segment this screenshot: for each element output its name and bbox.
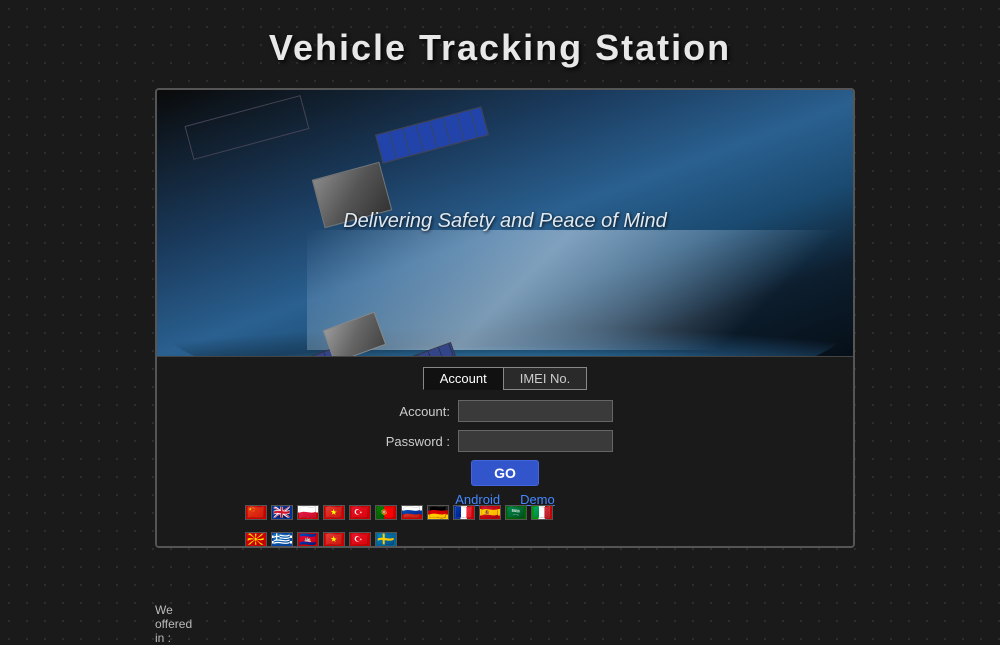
- flag-pt[interactable]: 🇵🇹: [375, 505, 397, 520]
- flag-vn[interactable]: 🇻🇳: [323, 505, 345, 520]
- solar-panel-right: [375, 106, 489, 163]
- flags-row-2: 🇲🇰 🇬🇷 🇰🇭 🇻🇳 🇹🇷 🇸🇪: [245, 532, 397, 547]
- tagline: Delivering Safety and Peace of Mind: [157, 210, 853, 233]
- flag-de[interactable]: 🇩🇪: [427, 505, 449, 520]
- flag-gb[interactable]: 🇬🇧: [271, 505, 293, 520]
- flag-tr[interactable]: 🇹🇷: [349, 505, 371, 520]
- flag-fr[interactable]: 🇫🇷: [453, 505, 475, 520]
- flag-ru[interactable]: 🇷🇺: [401, 505, 423, 520]
- go-button[interactable]: GO: [471, 460, 539, 486]
- flag-gr[interactable]: 🇬🇷: [271, 532, 293, 547]
- page-title: Vehicle Tracking Station: [0, 27, 1000, 69]
- password-row: Password :: [375, 430, 635, 452]
- flag-mk[interactable]: 🇲🇰: [245, 532, 267, 547]
- account-row: Account:: [375, 400, 635, 422]
- hero-image: Delivering Safety and Peace of Mind: [157, 90, 853, 370]
- login-form: Account: Password :: [375, 400, 635, 452]
- clouds-decoration: [307, 230, 853, 350]
- flags-row-1: 🇨🇳 🇬🇧 🇵🇱 🇻🇳 🇹🇷 🇵🇹 🇷🇺 🇩🇪 🇫🇷 🇪🇸 🇸🇦 🇮🇹: [245, 505, 553, 520]
- flag-se[interactable]: 🇸🇪: [375, 532, 397, 547]
- account-label: Account:: [375, 404, 450, 419]
- tab-imei[interactable]: IMEI No.: [503, 367, 588, 390]
- tabs-container: Account IMEI No.: [423, 367, 588, 390]
- flag-vn2[interactable]: 🇻🇳: [323, 532, 345, 547]
- main-panel: Delivering Safety and Peace of Mind Acco…: [155, 88, 855, 548]
- flag-cn[interactable]: 🇨🇳: [245, 505, 267, 520]
- flag-kh[interactable]: 🇰🇭: [297, 532, 319, 547]
- flag-it[interactable]: 🇮🇹: [531, 505, 553, 520]
- tab-account[interactable]: Account: [423, 367, 503, 390]
- flag-tr2[interactable]: 🇹🇷: [349, 532, 371, 547]
- flag-sa[interactable]: 🇸🇦: [505, 505, 527, 520]
- password-label: Password :: [375, 434, 450, 449]
- solar-panel-left: [185, 95, 310, 160]
- password-input[interactable]: [458, 430, 613, 452]
- offered-label: We offered in :: [155, 603, 192, 645]
- account-input[interactable]: [458, 400, 613, 422]
- flag-es[interactable]: 🇪🇸: [479, 505, 501, 520]
- flag-pl[interactable]: 🇵🇱: [297, 505, 319, 520]
